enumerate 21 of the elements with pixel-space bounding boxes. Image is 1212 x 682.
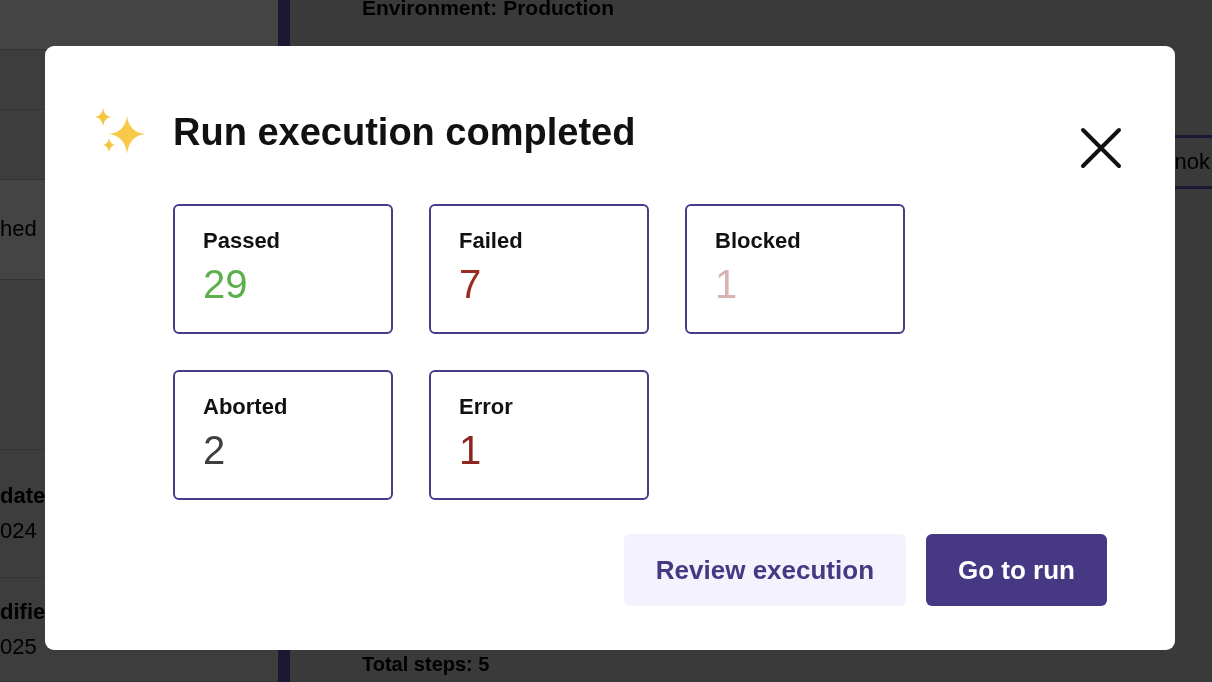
row-text: date [0,483,46,510]
environment-heading: Environment: Production [362,0,614,20]
go-to-run-button[interactable]: Go to run [926,534,1107,606]
close-icon[interactable] [1079,126,1123,170]
stat-label: Aborted [203,394,289,420]
stat-label: Error [459,394,514,420]
dialog-title: Run execution completed [173,110,636,154]
stat-value: 2 [203,430,227,470]
stat-label: Blocked [715,228,802,254]
stat-label: Passed [203,228,282,254]
row-text: hed [0,216,37,243]
row-text: 024 [0,517,37,544]
stat-value: 29 [203,264,249,304]
stat-value: 1 [459,430,483,470]
stat-value: 1 [715,264,739,304]
total-steps-text: Total steps: 5 [362,653,490,676]
review-execution-button[interactable]: Review execution [623,534,906,606]
row-text: 025 [0,633,37,660]
row-text: difie [0,599,46,626]
stat-label: Failed [459,228,524,254]
stat-value: 7 [459,264,483,304]
